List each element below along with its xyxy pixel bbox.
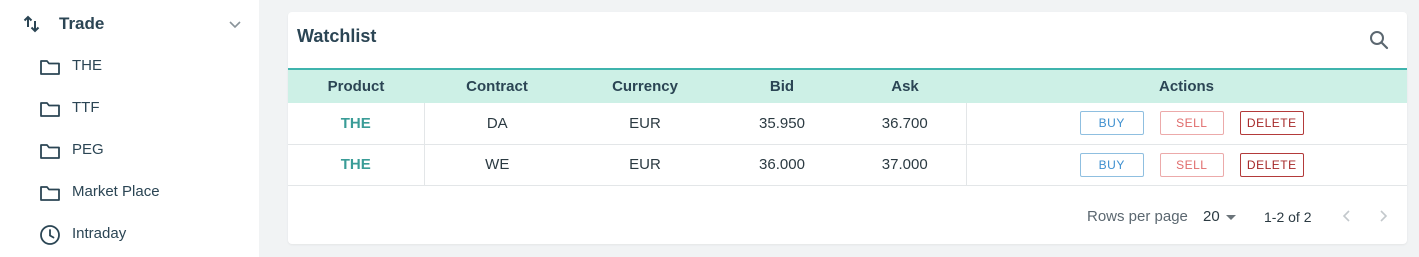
cell-ask: 37.000 [844, 144, 967, 186]
rows-per-page-label: Rows per page [1087, 208, 1188, 225]
folder-icon [40, 186, 60, 201]
sidebar: Trade THE TTF PEG Market Place Intraday [0, 0, 259, 257]
cell-contract: DA [424, 103, 570, 145]
sell-button[interactable]: SELL [1159, 152, 1224, 177]
sidebar-item-peg[interactable]: PEG [0, 132, 259, 172]
clock-icon [40, 225, 60, 245]
sidebar-section-label: Trade [59, 14, 105, 33]
pagination-range: 1-2 of 2 [1264, 209, 1312, 225]
watchlist-table: Product Contract Currency Bid Ask Action… [288, 68, 1407, 186]
cell-contract: WE [424, 144, 570, 186]
search-icon[interactable] [1368, 29, 1390, 51]
sell-button[interactable]: SELL [1159, 111, 1224, 136]
cell-ask: 36.700 [844, 103, 967, 145]
page-title: Watchlist [297, 26, 377, 46]
sidebar-item-label: Intraday [72, 225, 127, 242]
buy-button[interactable]: BUY [1079, 111, 1144, 136]
sidebar-item-the[interactable]: THE [0, 48, 259, 88]
sidebar-item-market-place[interactable]: Market Place [0, 174, 259, 214]
folder-icon [40, 60, 60, 75]
delete-button[interactable]: DELETE [1239, 152, 1304, 177]
delete-button[interactable]: DELETE [1239, 111, 1304, 136]
rows-per-page-select[interactable]: 20 [1201, 205, 1241, 229]
cell-product: THE [288, 103, 425, 145]
chevron-left-icon[interactable] [1340, 209, 1354, 223]
watchlist-card: Watchlist Product Contract Currency Bid … [288, 12, 1407, 244]
column-header-actions: Actions [1158, 78, 1214, 95]
folder-icon [40, 144, 60, 159]
sidebar-section-trade[interactable]: Trade [0, 0, 259, 50]
table-header-row: Product Contract Currency Bid Ask Action… [288, 69, 1407, 103]
column-header-bid[interactable]: Bid [720, 69, 844, 103]
chevron-right-icon[interactable] [1376, 209, 1390, 223]
cell-currency: EUR [570, 144, 720, 186]
folder-icon [40, 102, 60, 117]
sidebar-item-label: TTF [72, 99, 100, 116]
cell-bid: 36.000 [720, 144, 844, 186]
buy-button[interactable]: BUY [1079, 152, 1144, 177]
table-pagination: Rows per page 20 1-2 of 2 [288, 188, 1407, 244]
rows-per-page-value: 20 [1203, 208, 1220, 225]
table-row: THE DA EUR 35.950 36.700 BUY SELL DELETE [288, 103, 1407, 145]
chevron-down-icon[interactable] [228, 19, 242, 29]
column-header-ask[interactable]: Ask [844, 69, 966, 103]
sidebar-item-ttf[interactable]: TTF [0, 90, 259, 130]
cell-currency: EUR [570, 103, 720, 145]
column-header-product[interactable]: Product [288, 69, 424, 103]
column-header-contract[interactable]: Contract [424, 69, 570, 103]
sidebar-item-label: Market Place [72, 183, 160, 200]
column-header-currency[interactable]: Currency [570, 69, 720, 103]
cell-bid: 35.950 [720, 103, 844, 145]
cell-actions: BUY SELL DELETE [966, 144, 1407, 186]
swap-vertical-icon [23, 15, 40, 33]
caret-down-icon [1226, 215, 1236, 220]
table-row: THE WE EUR 36.000 37.000 BUY SELL DELETE [288, 144, 1407, 186]
sidebar-item-intraday[interactable]: Intraday [0, 216, 259, 256]
sidebar-item-label: THE [72, 57, 102, 74]
cell-product: THE [288, 144, 425, 186]
cell-actions: BUY SELL DELETE [966, 103, 1407, 145]
sidebar-item-label: PEG [72, 141, 104, 158]
